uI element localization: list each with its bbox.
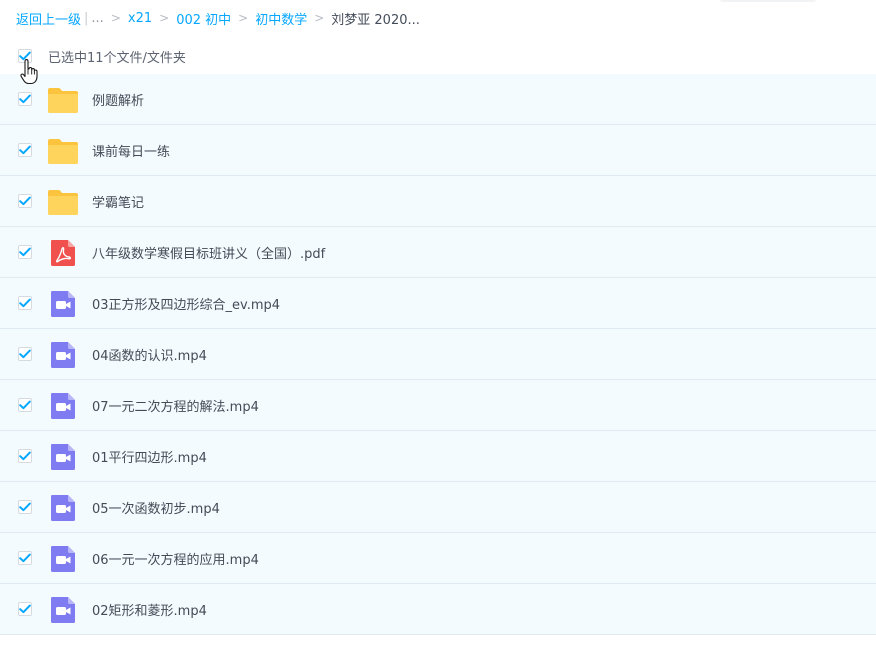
checkmark-icon bbox=[19, 349, 31, 359]
video-icon bbox=[51, 495, 75, 521]
back-link[interactable]: 返回上一级 bbox=[16, 9, 81, 28]
folder-icon bbox=[48, 139, 78, 164]
file-name[interactable]: 学霸笔记 bbox=[92, 192, 144, 211]
breadcrumb: 返回上一级 | ... > x21 > 002 初中 > 初中数学 > 刘梦亚 … bbox=[16, 8, 420, 28]
file-browser: 返回上一级 | ... > x21 > 002 初中 > 初中数学 > 刘梦亚 … bbox=[0, 0, 876, 648]
checkmark-icon bbox=[19, 298, 31, 308]
file-checkbox[interactable] bbox=[18, 194, 32, 208]
checkmark-icon bbox=[19, 502, 31, 512]
file-row[interactable]: 八年级数学寒假目标班讲义（全国）.pdf bbox=[0, 227, 876, 278]
video-icon bbox=[51, 342, 75, 368]
selection-bar: 已选中11个文件/文件夹 bbox=[0, 44, 876, 74]
checkmark-icon bbox=[19, 196, 31, 206]
checkmark-icon bbox=[19, 51, 31, 61]
file-checkbox[interactable] bbox=[18, 347, 32, 361]
file-checkbox[interactable] bbox=[18, 551, 32, 565]
file-row[interactable]: 02矩形和菱形.mp4 bbox=[0, 584, 876, 635]
checkmark-icon bbox=[19, 604, 31, 614]
folder-icon bbox=[48, 190, 78, 215]
file-checkbox[interactable] bbox=[18, 245, 32, 259]
file-name[interactable]: 06一元一次方程的应用.mp4 bbox=[92, 549, 259, 568]
checkmark-icon bbox=[19, 451, 31, 461]
file-checkbox[interactable] bbox=[18, 143, 32, 157]
file-checkbox[interactable] bbox=[18, 92, 32, 106]
file-row[interactable]: 03正方形及四边形综合_ev.mp4 bbox=[0, 278, 876, 329]
checkmark-icon bbox=[19, 145, 31, 155]
file-list: 例题解析课前每日一练 学霸笔记八年级数学寒假目标班讲义（全国）.pdf 03正方形及… bbox=[0, 74, 876, 635]
file-row[interactable]: 例题解析 bbox=[0, 74, 876, 125]
file-row[interactable]: 01平行四边形.mp4 bbox=[0, 431, 876, 482]
file-name[interactable]: 八年级数学寒假目标班讲义（全国）.pdf bbox=[92, 243, 325, 262]
folder-icon bbox=[48, 88, 78, 113]
breadcrumb-divider: | bbox=[84, 10, 89, 26]
chevron-right-icon: > bbox=[314, 11, 325, 25]
breadcrumb-item-x21[interactable]: x21 bbox=[128, 11, 152, 26]
file-row[interactable]: 06一元一次方程的应用.mp4 bbox=[0, 533, 876, 584]
top-bar-edge bbox=[720, 0, 816, 2]
pdf-icon bbox=[51, 240, 75, 266]
checkmark-icon bbox=[19, 247, 31, 257]
file-checkbox[interactable] bbox=[18, 398, 32, 412]
chevron-right-icon: > bbox=[238, 11, 249, 25]
file-name[interactable]: 03正方形及四边形综合_ev.mp4 bbox=[92, 294, 280, 313]
file-name[interactable]: 课前每日一练 bbox=[92, 141, 170, 160]
breadcrumb-current: 刘梦亚 2020... bbox=[331, 12, 420, 28]
checkmark-icon bbox=[19, 400, 31, 410]
chevron-right-icon: > bbox=[110, 11, 121, 25]
video-icon bbox=[51, 597, 75, 623]
file-name[interactable]: 05一次函数初步.mp4 bbox=[92, 498, 220, 517]
file-checkbox[interactable] bbox=[18, 449, 32, 463]
file-name[interactable]: 02矩形和菱形.mp4 bbox=[92, 600, 207, 619]
video-icon bbox=[51, 444, 75, 470]
checkmark-icon bbox=[19, 94, 31, 104]
breadcrumb-item-junior-high[interactable]: 002 初中 bbox=[176, 9, 231, 28]
file-name[interactable]: 01平行四边形.mp4 bbox=[92, 447, 207, 466]
file-name[interactable]: 例题解析 bbox=[92, 90, 144, 109]
select-all-checkbox[interactable] bbox=[18, 49, 32, 63]
selection-count: 已选中11个文件/文件夹 bbox=[48, 51, 186, 66]
file-name[interactable]: 04函数的认识.mp4 bbox=[92, 345, 207, 364]
file-checkbox[interactable] bbox=[18, 500, 32, 514]
chevron-right-icon: > bbox=[159, 11, 170, 25]
file-row[interactable]: 07一元二次方程的解法.mp4 bbox=[0, 380, 876, 431]
file-row[interactable]: 04函数的认识.mp4 bbox=[0, 329, 876, 380]
file-name[interactable]: 07一元二次方程的解法.mp4 bbox=[92, 396, 259, 415]
video-icon bbox=[51, 393, 75, 419]
file-row[interactable]: 课前每日一练 bbox=[0, 125, 876, 176]
video-icon bbox=[51, 546, 75, 572]
file-row[interactable]: 学霸笔记 bbox=[0, 176, 876, 227]
video-icon bbox=[51, 291, 75, 317]
breadcrumb-ellipsis[interactable]: ... bbox=[91, 11, 103, 26]
checkmark-icon bbox=[19, 553, 31, 563]
breadcrumb-item-math[interactable]: 初中数学 bbox=[255, 9, 307, 28]
file-checkbox[interactable] bbox=[18, 602, 32, 616]
file-row[interactable]: 05一次函数初步.mp4 bbox=[0, 482, 876, 533]
file-checkbox[interactable] bbox=[18, 296, 32, 310]
